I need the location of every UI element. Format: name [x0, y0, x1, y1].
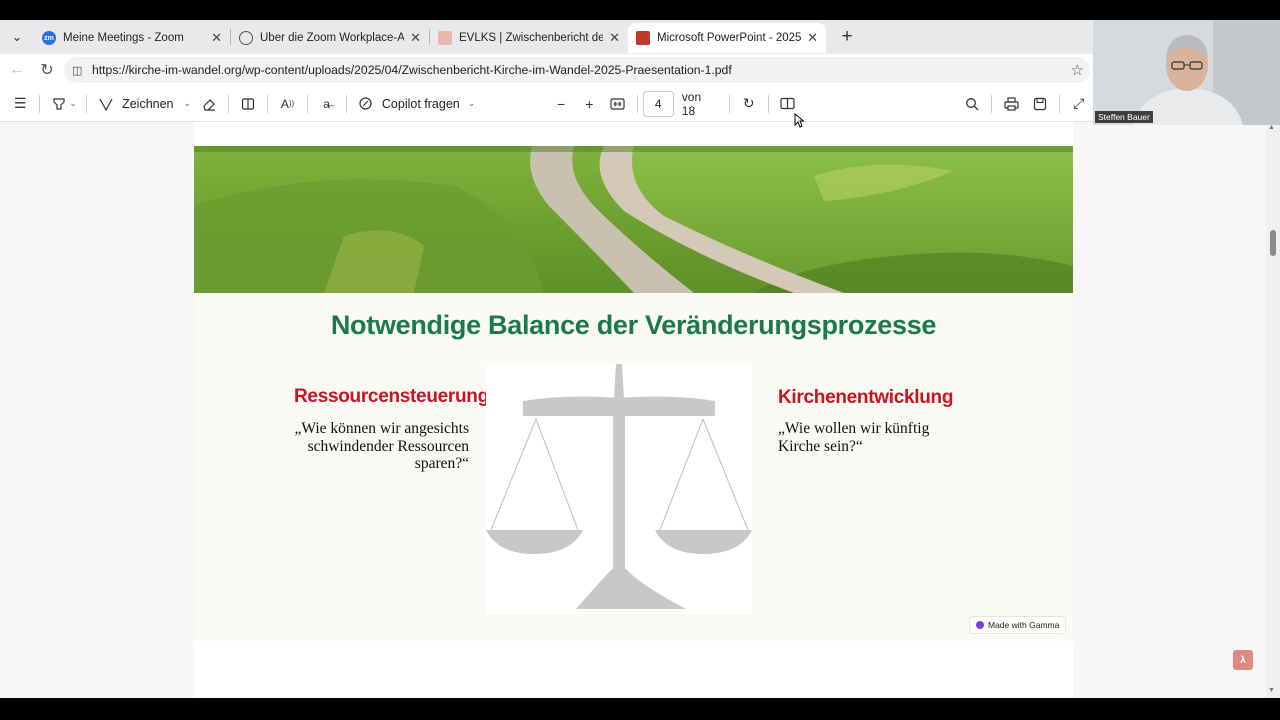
right-quote-line: „Wie wollen wir künftig	[778, 420, 930, 437]
pdf-page: Notwendige Balance der Veränderungsproze…	[194, 122, 1073, 698]
left-quote: „Wie können wir angesichts schwindender …	[254, 420, 469, 473]
address-bar-row: ← ↻ ◫ https://kirche-im-wandel.org/wp-co…	[0, 54, 1093, 86]
tab-title: Über die Zoom Workplace-App be	[260, 32, 405, 44]
pdf-toolbar: ☰ ⌄ Zeichnen ⌄ A)) a̶ Copilot fragen ⌄ −…	[0, 86, 1093, 122]
tab-pdf-active[interactable]: Microsoft PowerPoint - 20250410 ✕	[628, 23, 826, 53]
mouse-cursor-icon	[794, 113, 804, 128]
translate-icon[interactable]: a̶	[313, 89, 341, 119]
document-info-icon[interactable]: ◫	[72, 63, 86, 77]
tab-list-chevron-icon[interactable]: ⌄	[0, 20, 34, 54]
rotate-icon[interactable]: ↻	[735, 89, 763, 119]
pdf-icon	[636, 31, 650, 45]
slide-title: Notwendige Balance der Veränderungsproze…	[330, 310, 937, 340]
tab-title: EVLKS | Zwischenbericht der AG „K	[459, 32, 604, 44]
page-total-label: von 18	[681, 89, 702, 118]
save-icon[interactable]	[1026, 89, 1054, 119]
left-quote-line: schwindender Ressourcen	[307, 437, 469, 455]
close-icon[interactable]: ✕	[211, 30, 222, 46]
close-icon[interactable]: ✕	[807, 30, 818, 46]
toolbar-separator	[636, 94, 638, 113]
tab-evlks[interactable]: EVLKS | Zwischenbericht der AG „K ✕	[430, 23, 628, 53]
toolbar-separator	[85, 94, 87, 113]
draw-button-label[interactable]: Zeichnen	[122, 97, 173, 111]
zoom-in-plus-icon[interactable]: +	[575, 89, 603, 119]
vertical-scrollbar[interactable]: ▲ ▼	[1266, 122, 1280, 698]
left-quote-line: „Wie können wir angesichts	[294, 420, 469, 437]
toolbar-separator	[267, 94, 269, 113]
webcam-video-tile: Steffen Bauer	[1093, 20, 1280, 125]
draw-pen-icon[interactable]	[92, 89, 120, 119]
participant-video-image	[1093, 20, 1280, 125]
page-number-input[interactable]: 4	[642, 90, 674, 117]
evlks-icon	[438, 31, 452, 45]
scroll-up-arrow-icon[interactable]: ▲	[1268, 124, 1275, 131]
scroll-down-arrow-icon[interactable]: ▼	[1268, 687, 1275, 694]
search-icon[interactable]	[958, 89, 986, 119]
adobe-acrobat-icon[interactable]: λ	[1233, 650, 1253, 670]
toolbar-separator	[767, 94, 769, 113]
zoom-out-minus-icon[interactable]: −	[547, 89, 575, 119]
toolbar-separator	[728, 94, 730, 113]
tab-title: Microsoft PowerPoint - 20250410	[657, 32, 802, 44]
copilot-button-label[interactable]: Copilot fragen	[382, 97, 460, 111]
tab-zoom-meetings[interactable]: zm Meine Meetings - Zoom ✕	[34, 23, 230, 53]
right-heading: Kirchenentwicklung	[778, 387, 954, 408]
favorite-star-icon[interactable]: ☆	[1071, 61, 1084, 79]
close-icon[interactable]: ✕	[410, 30, 421, 46]
url-field[interactable]: ◫ https://kirche-im-wandel.org/wp-conten…	[64, 57, 1090, 83]
tab-bar: ⌄ zm Meine Meetings - Zoom ✕ Über die Zo…	[0, 20, 1093, 54]
eraser-icon[interactable]	[195, 89, 223, 119]
right-quote-line: Kirche sein?“	[778, 437, 863, 455]
slide: Notwendige Balance der Veränderungsproze…	[194, 146, 1073, 641]
globe-icon	[239, 31, 253, 45]
toolbar-separator	[1058, 94, 1060, 113]
read-aloud-icon[interactable]: A))	[273, 89, 301, 119]
tab-title: Meine Meetings - Zoom	[63, 32, 184, 44]
participant-name-label: Steffen Bauer	[1095, 111, 1153, 123]
toolbar-separator	[345, 94, 347, 113]
zoom-icon: zm	[42, 31, 56, 45]
expand-fullscreen-icon[interactable]: ⤢	[1065, 89, 1093, 119]
new-tab-plus-icon[interactable]: +	[832, 22, 862, 52]
fit-to-width-icon[interactable]	[603, 89, 631, 119]
chevron-down-icon[interactable]: ⌄	[468, 98, 476, 109]
left-quote-line: sparen?“	[414, 455, 469, 472]
scrollbar-thumb[interactable]	[1270, 230, 1276, 256]
made-with-gamma-badge[interactable]: Made with Gamma	[969, 616, 1066, 634]
copilot-icon[interactable]	[352, 89, 380, 119]
page-view-icon[interactable]	[234, 89, 262, 119]
print-icon[interactable]	[997, 89, 1025, 119]
reload-icon[interactable]: ↻	[32, 55, 62, 85]
badge-label: Made with Gamma	[988, 620, 1060, 630]
back-arrow-icon[interactable]: ←	[2, 55, 32, 85]
toolbar-separator	[228, 94, 230, 113]
chevron-down-icon[interactable]: ⌄	[69, 98, 77, 109]
left-heading: Ressourcensteuerung	[294, 386, 489, 407]
landscape-path-image	[194, 146, 1073, 293]
toolbar-separator	[306, 94, 308, 113]
right-quote: „Wie wollen wir künftig Kirche sein?“	[778, 420, 998, 455]
scale-image-panel	[486, 364, 752, 614]
screen: ⌄ zm Meine Meetings - Zoom ✕ Über die Zo…	[0, 0, 1280, 720]
toolbar-separator	[39, 94, 41, 113]
url-text: https://kirche-im-wandel.org/wp-content/…	[92, 63, 732, 77]
gamma-logo-icon	[976, 621, 984, 629]
balance-scale-icon	[486, 364, 752, 609]
pdf-viewer[interactable]: Notwendige Balance der Veränderungsproze…	[0, 122, 1280, 698]
chevron-down-icon[interactable]: ⌄	[184, 98, 192, 109]
tab-zoom-workplace[interactable]: Über die Zoom Workplace-App be ✕	[231, 23, 429, 53]
table-of-contents-icon[interactable]: ☰	[6, 89, 34, 119]
close-icon[interactable]: ✕	[609, 30, 620, 46]
toolbar-separator	[991, 94, 993, 113]
